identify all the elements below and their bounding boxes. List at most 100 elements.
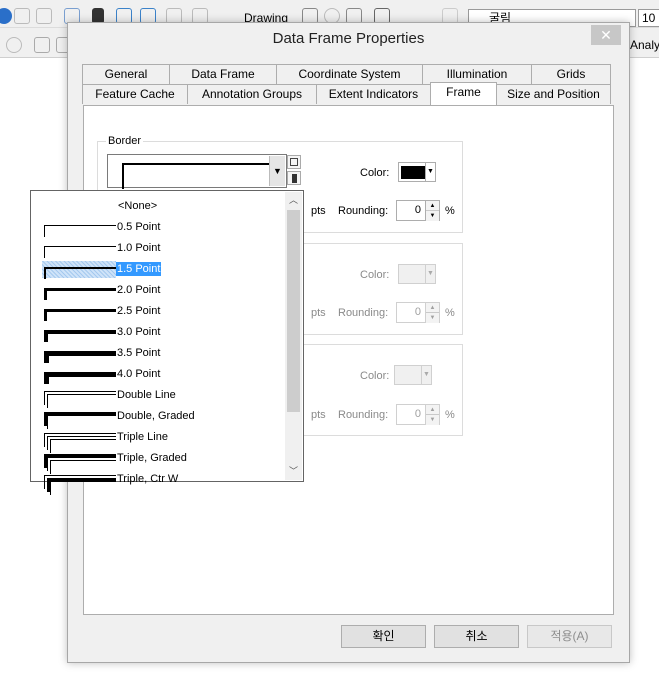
scroll-thumb[interactable]: [287, 210, 300, 412]
line-sample-icon: [42, 450, 116, 474]
cancel-button[interactable]: 취소: [434, 625, 519, 648]
background-rounding-spinner: 0 ▲ ▼: [396, 302, 442, 323]
dropdown-scrollbar[interactable]: ︿ ﹀: [285, 192, 302, 480]
border-style-option[interactable]: 3.0 Point: [34, 322, 286, 343]
spin-up-icon: ▲: [426, 303, 439, 313]
shadow-rounding-spinner: 0 ▲ ▼: [396, 404, 442, 425]
option-label: Triple, Ctr W: [117, 473, 179, 485]
info-icon[interactable]: [0, 8, 12, 24]
note-icon[interactable]: [36, 8, 52, 24]
border-style-option[interactable]: <None>: [34, 196, 286, 217]
border-style-option[interactable]: 1.5 Point: [34, 259, 286, 280]
line-sample-icon: [42, 282, 116, 300]
line-sample-icon: [42, 387, 116, 408]
close-button[interactable]: ✕: [591, 25, 621, 45]
tab-grids[interactable]: Grids: [531, 64, 611, 84]
shadow-rounding-unit: %: [445, 409, 455, 421]
chevron-down-icon[interactable]: ▼: [269, 156, 285, 186]
dropdown-arrow-icon: ▼: [425, 163, 435, 181]
style-selector-button[interactable]: [287, 155, 301, 169]
border-style-dropdown[interactable]: <None> 0.5 Point 1.0 Point 1.5 Point 2.0 Poi…: [30, 190, 304, 495]
border-style-option[interactable]: Triple Line: [34, 427, 286, 453]
tab-data-frame[interactable]: Data Frame: [169, 64, 277, 84]
border-color-picker[interactable]: ▼: [398, 162, 436, 182]
apply-button[interactable]: 적용(A): [527, 625, 612, 648]
undo-icon[interactable]: [6, 37, 22, 53]
tab-feature-cache[interactable]: Feature Cache: [82, 84, 188, 104]
border-rounding-unit: %: [445, 205, 455, 217]
border-style-option[interactable]: 3.5 Point: [34, 343, 286, 364]
tab-annotation-groups[interactable]: Annotation Groups: [187, 84, 317, 104]
tab-extent-indicators[interactable]: Extent Indicators: [316, 84, 431, 104]
line-sample-icon: [42, 198, 116, 215]
tab-label: Size and Position: [507, 87, 600, 101]
background-color-picker: ▼: [398, 264, 436, 284]
spinner-buttons: ▲ ▼: [426, 302, 440, 323]
tab-label: Coordinate System: [298, 67, 401, 81]
symbol-selector-icon: [290, 158, 298, 166]
border-color-swatch: [401, 166, 426, 179]
tab-label: General: [104, 67, 148, 81]
tab-label: Frame: [446, 85, 481, 99]
border-style-option[interactable]: 2.0 Point: [34, 280, 286, 301]
line-sample-icon: [42, 366, 116, 384]
border-style-option[interactable]: 1.0 Point: [34, 238, 286, 259]
tab-label: Illumination: [446, 67, 508, 81]
border-style-option[interactable]: 4.0 Point: [34, 364, 286, 385]
shadow-color-label: Color:: [360, 370, 390, 382]
spinner-buttons: ▲ ▼: [426, 404, 440, 425]
tab-illumination[interactable]: Illumination: [422, 64, 532, 84]
scroll-up-icon[interactable]: ︿: [285, 192, 302, 209]
spin-down-icon[interactable]: ▼: [426, 211, 439, 221]
analysis-menu[interactable]: Analy: [630, 38, 659, 52]
pen-icon[interactable]: [14, 8, 30, 24]
dialog-title: Data Frame Properties: [272, 30, 425, 47]
table-icon[interactable]: [34, 37, 50, 53]
ok-button[interactable]: 확인: [341, 625, 426, 648]
border-style-option[interactable]: Triple, Graded: [34, 448, 286, 474]
tab-label: Extent Indicators: [328, 87, 419, 101]
border-style-option[interactable]: 0.5 Point: [34, 217, 286, 238]
border-style-option[interactable]: 2.5 Point: [34, 301, 286, 322]
option-label: 1.0 Point: [117, 242, 161, 254]
line-sample-icon: [42, 303, 116, 321]
tab-general[interactable]: General: [82, 64, 170, 84]
option-label: 0.5 Point: [117, 221, 161, 233]
border-gap-unit: pts: [311, 205, 326, 217]
option-label: 3.0 Point: [117, 326, 161, 338]
background-color-label: Color:: [360, 269, 390, 281]
border-style-combo[interactable]: ▼: [107, 154, 287, 189]
option-label: 2.5 Point: [117, 305, 161, 317]
border-rounding-value[interactable]: 0: [396, 200, 426, 221]
properties-icon: [292, 174, 297, 183]
option-label: <None>: [118, 200, 158, 212]
border-style-option[interactable]: Double, Graded: [34, 406, 286, 429]
font-size-value: 10: [642, 11, 656, 25]
background-rounding-unit: %: [445, 307, 455, 319]
option-label: 1.5 Point: [116, 262, 162, 276]
scroll-down-icon[interactable]: ﹀: [285, 463, 302, 480]
option-label: Double, Graded: [117, 410, 195, 422]
tab-frame[interactable]: Frame: [430, 82, 497, 105]
tab-size-and-position[interactable]: Size and Position: [496, 84, 611, 104]
style-properties-button[interactable]: [287, 171, 301, 185]
background-rounding-label: Rounding:: [338, 307, 389, 319]
border-group-label: Border: [106, 135, 144, 147]
tab-label: Feature Cache: [95, 87, 175, 101]
shadow-gap-unit: pts: [311, 409, 326, 421]
font-size-combo[interactable]: 10: [638, 9, 659, 27]
tab-coordinate-system[interactable]: Coordinate System: [276, 64, 423, 84]
border-rounding-spinner[interactable]: 0 ▲ ▼: [396, 200, 442, 221]
border-style-option[interactable]: Triple, Ctr W: [34, 469, 286, 495]
option-label: Double Line: [117, 389, 176, 401]
border-style-option[interactable]: Double Line: [34, 385, 286, 408]
shadow-color-picker: ▼: [394, 365, 432, 385]
dropdown-arrow-icon: ▼: [421, 366, 431, 384]
line-sample-icon: [42, 345, 116, 363]
tab-label: Annotation Groups: [201, 87, 303, 101]
background-gap-unit: pts: [311, 307, 326, 319]
spinner-buttons: ▲ ▼: [426, 200, 440, 221]
spin-up-icon[interactable]: ▲: [426, 201, 439, 211]
spin-down-icon: ▼: [426, 415, 439, 425]
line-sample-icon: [42, 429, 116, 453]
